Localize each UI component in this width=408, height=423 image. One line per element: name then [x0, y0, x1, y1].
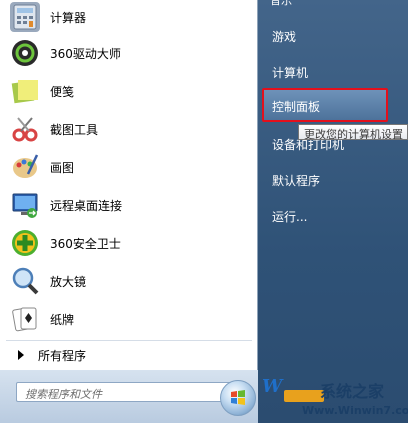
program-label: 截图工具 [50, 122, 99, 137]
program-label: 360安全卫士 [50, 236, 121, 251]
driver-master-icon [10, 38, 40, 68]
program-item-calculator[interactable]: 计算器 [6, 0, 252, 34]
calculator-icon [10, 2, 40, 32]
program-item-solitaire[interactable]: 纸牌 [6, 302, 252, 336]
program-label: 360驱动大师 [50, 46, 121, 61]
scissors-icon [10, 114, 40, 144]
program-item-snipping-tool[interactable]: 截图工具 [6, 112, 252, 146]
magnifier-icon [10, 266, 40, 296]
program-item-remote-desktop[interactable]: 远程桌面连接 [6, 188, 252, 222]
program-label: 便笺 [50, 84, 75, 99]
watermark-title: 系统之家 [320, 382, 385, 401]
program-item-magnifier[interactable]: 放大镜 [6, 264, 252, 298]
all-programs-button[interactable]: 所有程序 [6, 343, 252, 367]
right-arrow-icon [18, 350, 24, 360]
divider [6, 340, 252, 341]
paint-palette-icon [10, 152, 40, 182]
sticky-notes-icon [10, 76, 40, 106]
right-item-music-partial[interactable]: 音乐 [270, 0, 310, 6]
tooltip: 更改您的计算机设置 [298, 124, 408, 140]
windows-logo-icon [220, 380, 256, 416]
program-label: 纸牌 [50, 312, 75, 327]
program-label: 画图 [50, 160, 75, 175]
360-security-icon [10, 228, 40, 258]
right-item-default-programs[interactable]: 默认程序 [272, 172, 320, 189]
program-item-paint[interactable]: 画图 [6, 150, 252, 184]
program-label: 计算器 [50, 10, 87, 25]
program-item-360-driver-master[interactable]: 360驱动大师 [6, 36, 252, 70]
right-item-run[interactable]: 运行... [272, 208, 307, 225]
right-item-control-panel[interactable]: 控制面板 [272, 98, 320, 115]
start-menu-programs-pane: 计算器 360驱动大师 便笺 截图工具 画图 远程桌面连接 360安全卫士 放大… [0, 0, 258, 423]
program-item-360-security[interactable]: 360安全卫士 [6, 226, 252, 260]
watermark-shutdown-bar [284, 390, 324, 402]
watermark-letter: W [262, 376, 283, 397]
all-programs-label: 所有程序 [38, 348, 87, 363]
right-item-computer[interactable]: 计算机 [272, 64, 308, 81]
program-label: 放大镜 [50, 274, 87, 289]
program-label: 远程桌面连接 [50, 198, 123, 213]
program-item-sticky-notes[interactable]: 便笺 [6, 74, 252, 108]
search-input[interactable]: 搜索程序和文件 [16, 382, 240, 402]
watermark-url: Www.Winwin7.com [302, 404, 408, 417]
solitaire-cards-icon [10, 304, 40, 334]
remote-desktop-icon [10, 190, 40, 220]
right-item-games[interactable]: 游戏 [272, 28, 296, 45]
